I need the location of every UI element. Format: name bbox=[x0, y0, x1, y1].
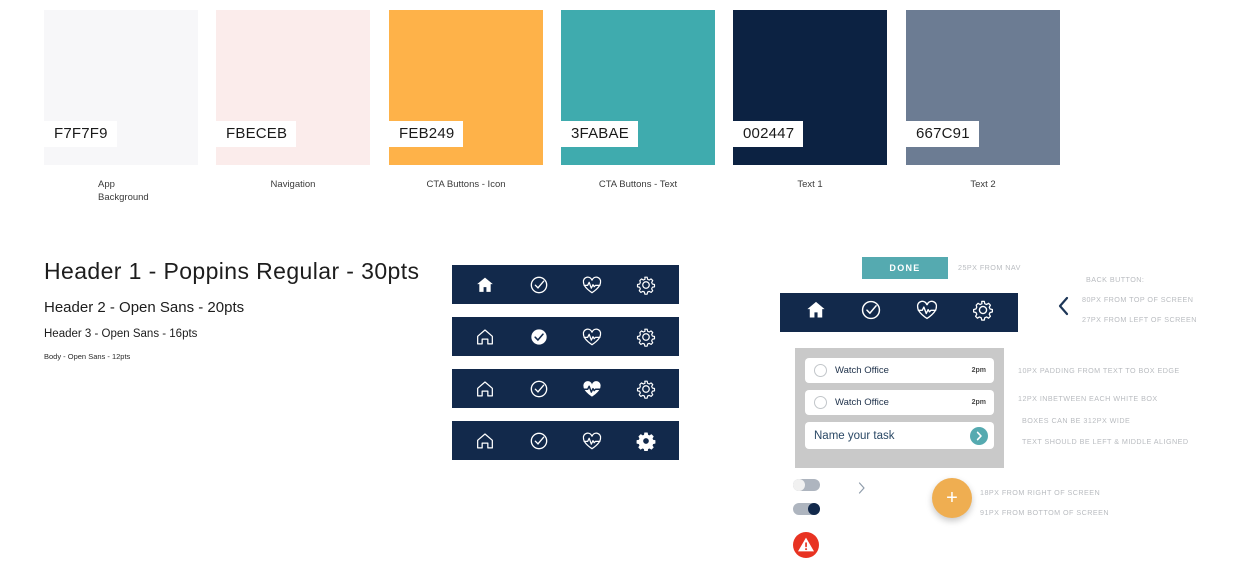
heart-pulse-icon[interactable] bbox=[915, 299, 939, 326]
chevron-right-icon[interactable] bbox=[856, 481, 868, 495]
task-checkbox-icon[interactable] bbox=[814, 396, 827, 409]
gear-icon[interactable] bbox=[635, 274, 657, 296]
navbar-specimen-settings-active[interactable] bbox=[452, 421, 679, 460]
header-2-sample: Header 2 - Open Sans - 20pts bbox=[44, 299, 245, 316]
back-button[interactable] bbox=[1054, 295, 1074, 317]
task-row[interactable]: Watch Office 2pm bbox=[805, 390, 994, 415]
typography-specimen: Header 1 - Poppins Regular - 30pts Heade… bbox=[44, 258, 424, 361]
swatch-label: CTA Buttons - Text bbox=[598, 179, 678, 190]
back-button-annotation-title: BACK BUTTON: bbox=[1086, 275, 1145, 284]
color-palette-row: F7F7F9 App Background FBECEB Navigation … bbox=[0, 0, 1254, 215]
heart-pulse-icon[interactable] bbox=[581, 430, 603, 452]
swatch-chip: F7F7F9 bbox=[44, 10, 198, 165]
toggle-switch-off[interactable] bbox=[793, 479, 820, 491]
home-icon[interactable] bbox=[805, 299, 827, 326]
navbar-specimen-list bbox=[452, 265, 679, 473]
color-swatch: 3FABAE CTA Buttons - Text bbox=[561, 10, 715, 191]
swatch-label: Text 2 bbox=[970, 179, 996, 190]
home-icon[interactable] bbox=[474, 430, 496, 452]
navbar-specimen-tasks-active[interactable] bbox=[452, 317, 679, 356]
swatch-hex-code: 667C91 bbox=[906, 121, 979, 147]
header-1-sample: Header 1 - Poppins Regular - 30pts bbox=[44, 258, 420, 284]
swatch-label: Text 1 bbox=[797, 179, 823, 190]
design-system-board: F7F7F9 App Background FBECEB Navigation … bbox=[0, 0, 1254, 570]
check-circle-icon[interactable] bbox=[860, 299, 882, 326]
check-circle-icon[interactable] bbox=[528, 430, 550, 452]
swatch-hex-code: FBECEB bbox=[216, 121, 297, 147]
card-annotation-gap: 12PX INBETWEEN EACH WHITE BOX bbox=[1018, 394, 1158, 403]
color-swatch: FEB249 CTA Buttons - Icon bbox=[389, 10, 543, 191]
swatch-chip: 3FABAE bbox=[561, 10, 715, 165]
submit-task-button[interactable] bbox=[970, 426, 988, 445]
swatch-label: App Background bbox=[98, 179, 149, 203]
color-swatch: F7F7F9 App Background bbox=[44, 10, 198, 204]
toggle-knob bbox=[808, 503, 820, 515]
new-task-input[interactable]: Name your task bbox=[814, 430, 970, 442]
swatch-chip: 002447 bbox=[733, 10, 887, 165]
home-icon[interactable] bbox=[474, 274, 496, 296]
task-row[interactable]: Watch Office 2pm bbox=[805, 358, 994, 383]
fab-annotation-bottom: 91PX FROM BOTTOM OF SCREEN bbox=[980, 508, 1109, 517]
task-time: 2pm bbox=[971, 399, 986, 406]
heart-pulse-icon[interactable] bbox=[581, 274, 603, 296]
heart-pulse-icon[interactable] bbox=[581, 378, 603, 400]
toggle-knob bbox=[793, 479, 805, 491]
navbar-specimen-home-active[interactable] bbox=[452, 265, 679, 304]
color-swatch: 667C91 Text 2 bbox=[906, 10, 1060, 191]
mockup-navbar[interactable] bbox=[780, 293, 1018, 332]
home-icon[interactable] bbox=[474, 378, 496, 400]
card-annotation-padding: 10PX PADDING FROM TEXT TO BOX EDGE bbox=[1018, 366, 1180, 375]
card-annotation-width: BOXES CAN BE 312PX WIDE bbox=[1022, 416, 1131, 425]
swatch-hex-code: 3FABAE bbox=[561, 121, 638, 147]
swatch-label: CTA Buttons - Icon bbox=[426, 179, 506, 190]
swatch-chip: FBECEB bbox=[216, 10, 370, 165]
gear-icon[interactable] bbox=[972, 299, 994, 326]
toggle-switch-on[interactable] bbox=[793, 503, 820, 515]
swatch-chip: FEB249 bbox=[389, 10, 543, 165]
card-annotation-alignment: TEXT SHOULD BE LEFT & MIDDLE ALIGNED bbox=[1022, 437, 1189, 446]
gear-icon[interactable] bbox=[635, 378, 657, 400]
color-swatch: 002447 Text 1 bbox=[733, 10, 887, 191]
swatch-label: Navigation bbox=[270, 179, 316, 190]
task-title: Watch Office bbox=[835, 365, 889, 376]
warning-icon bbox=[793, 532, 819, 558]
color-swatch: FBECEB Navigation bbox=[216, 10, 370, 191]
fab-annotation-right: 18PX FROM RIGHT OF SCREEN bbox=[980, 488, 1101, 497]
swatch-hex-code: F7F7F9 bbox=[44, 121, 117, 147]
task-checkbox-icon[interactable] bbox=[814, 364, 827, 377]
swatch-hex-code: FEB249 bbox=[389, 121, 464, 147]
gear-icon[interactable] bbox=[635, 430, 657, 452]
task-list-card: Watch Office 2pm Watch Office 2pm Name y… bbox=[795, 348, 1004, 468]
back-button-annotation-top: 80PX FROM TOP OF SCREEN bbox=[1082, 295, 1194, 304]
check-circle-icon[interactable] bbox=[528, 326, 550, 348]
swatch-hex-code: 002447 bbox=[733, 121, 804, 147]
heart-pulse-icon[interactable] bbox=[581, 326, 603, 348]
check-circle-icon[interactable] bbox=[528, 274, 550, 296]
swatch-chip: 667C91 bbox=[906, 10, 1060, 165]
task-title: Watch Office bbox=[835, 397, 889, 408]
check-circle-icon[interactable] bbox=[528, 378, 550, 400]
done-button[interactable]: DONE bbox=[862, 257, 948, 279]
home-icon[interactable] bbox=[474, 326, 496, 348]
navbar-specimen-health-active[interactable] bbox=[452, 369, 679, 408]
done-annotation: 25PX FROM NAV bbox=[958, 263, 1021, 272]
add-task-fab[interactable]: + bbox=[932, 478, 972, 518]
gear-icon[interactable] bbox=[635, 326, 657, 348]
body-text-sample: Body - Open Sans - 12pts bbox=[44, 352, 131, 361]
back-button-annotation-left: 27PX FROM LEFT OF SCREEN bbox=[1082, 315, 1197, 324]
new-task-input-row[interactable]: Name your task bbox=[805, 422, 994, 449]
header-3-sample: Header 3 - Open Sans - 16pts bbox=[44, 328, 198, 340]
task-time: 2pm bbox=[971, 367, 986, 374]
